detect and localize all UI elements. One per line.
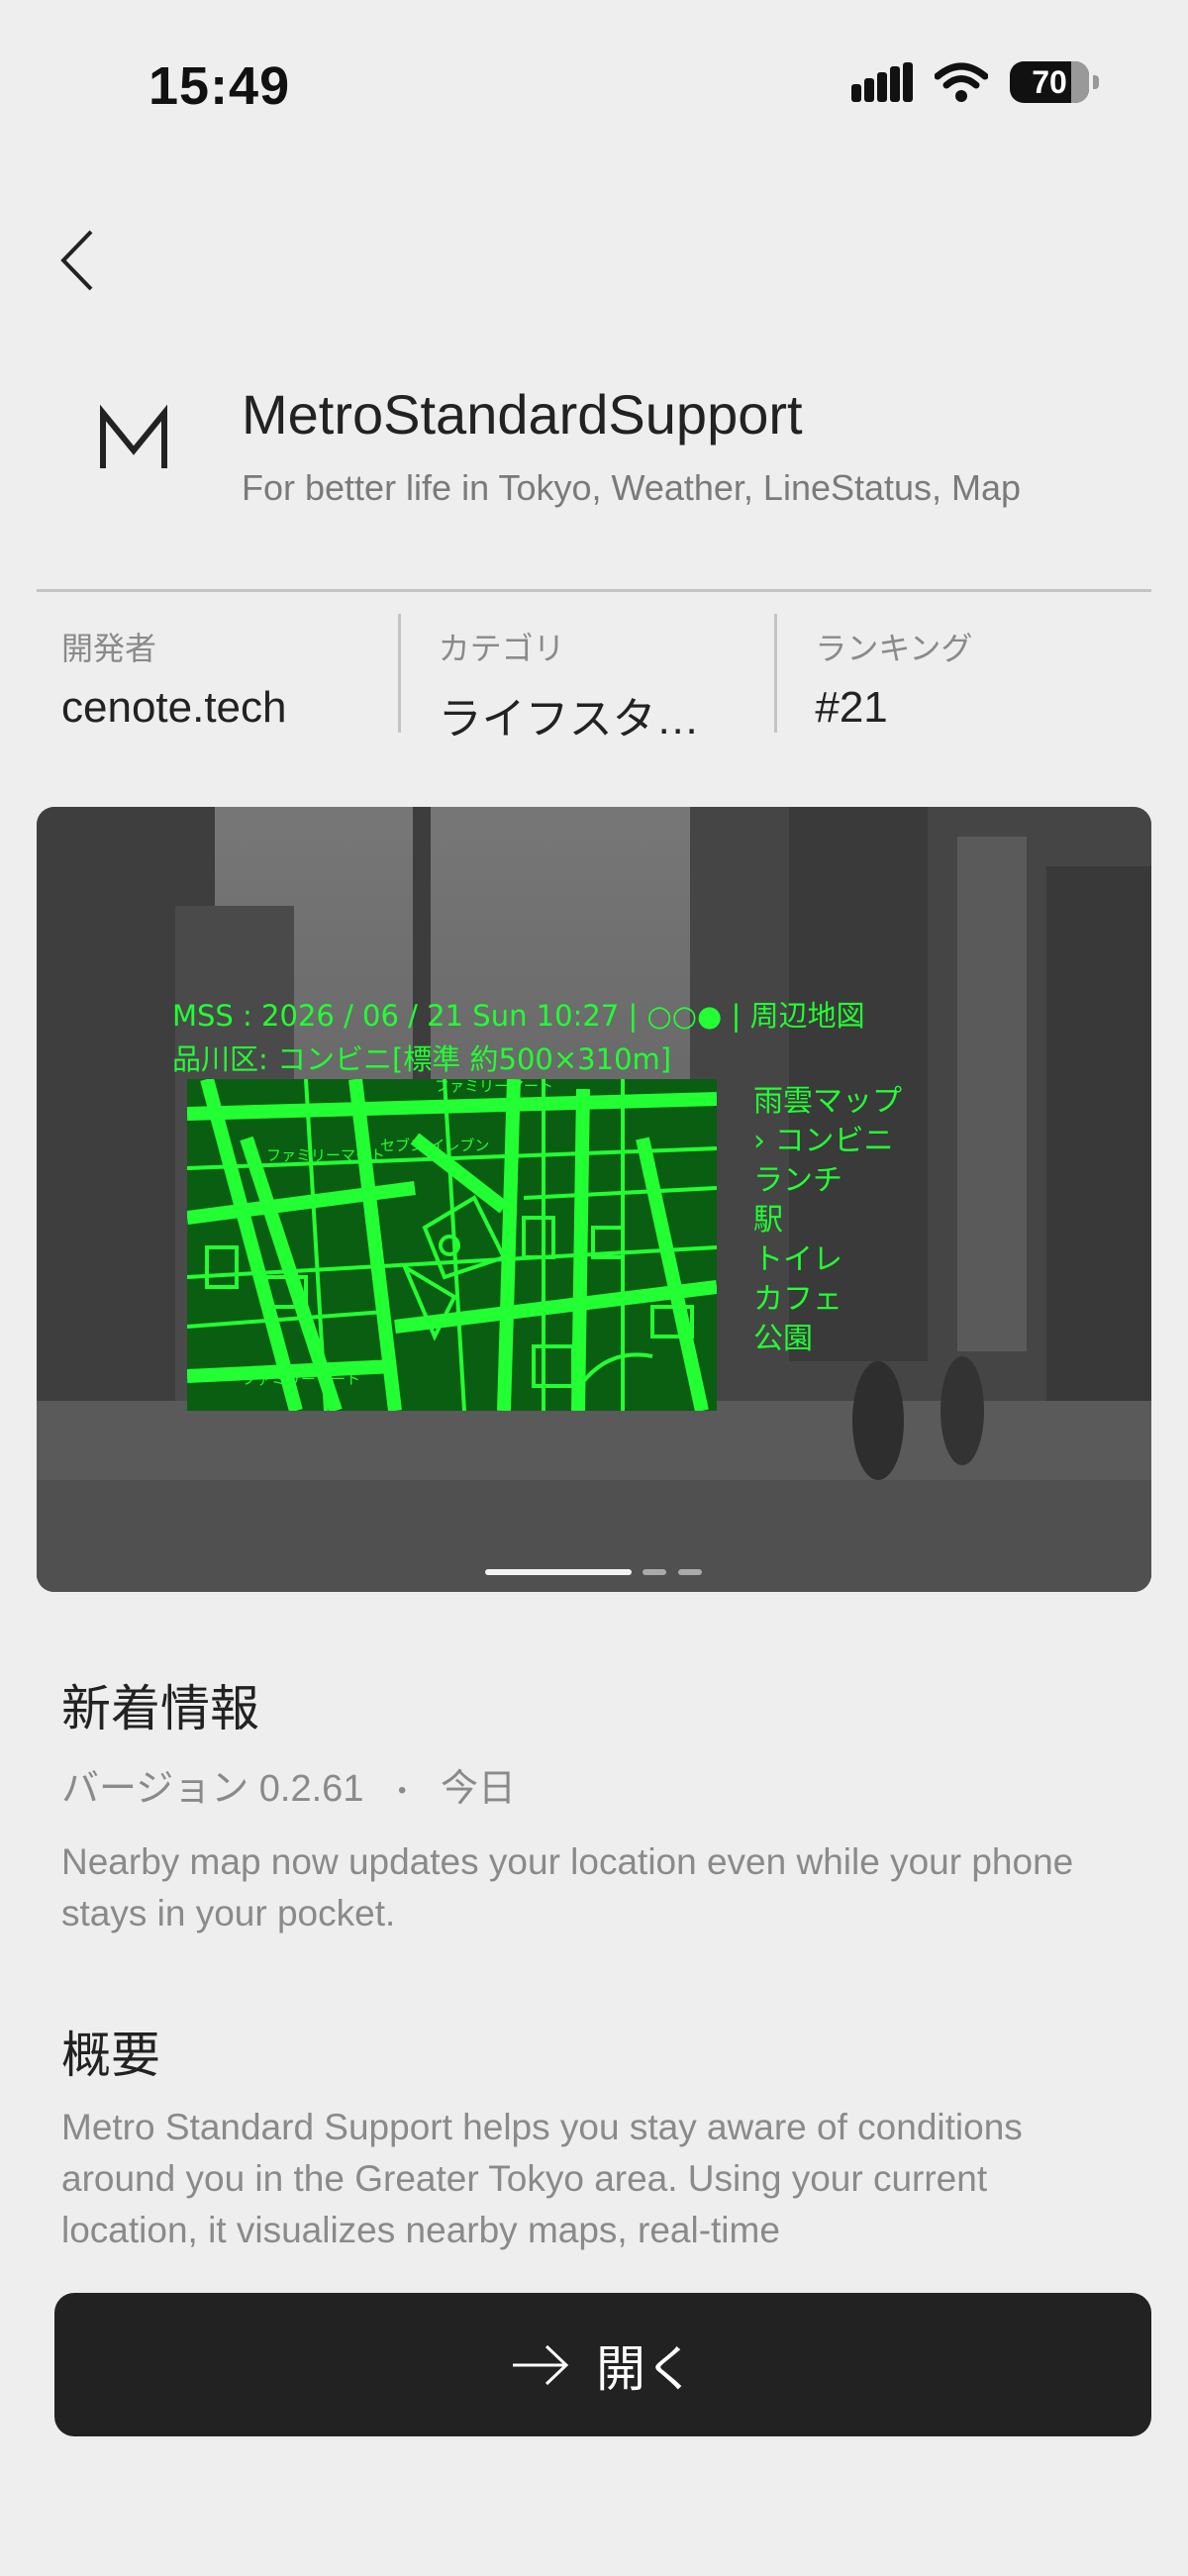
status-time: 15:49 [148,56,291,116]
map-poi-label: ファミリーマート [266,1146,385,1164]
screenshot-carousel[interactable]: MSS : 2026 / 06 / 21 Sun 10:27 | ○○● | 周… [37,807,1151,1592]
chevron-left-icon [60,230,93,291]
hud-menu-item: 公園 [753,1322,813,1356]
info-developer[interactable]: 開発者 cenote.tech [37,614,398,733]
carousel-pager [37,1569,1151,1577]
hud-menu-item: › コンビニ [753,1124,894,1158]
release-notes: Nearby map now updates your location eve… [61,1841,1074,1933]
map-poi-label: セブン-イレブン [380,1137,489,1154]
pager-dot[interactable] [643,1569,666,1575]
wifi-icon [935,62,988,102]
hud-menu-item: トイレ [753,1242,842,1277]
version-separator: • [398,1776,407,1804]
open-button-label: 開く [596,2340,695,2397]
map-poi-label: ファミリーマート [242,1370,360,1388]
hud-menu-item: カフェ [753,1282,842,1317]
info-value: cenote.tech [61,683,287,732]
divider [37,589,1151,592]
info-category[interactable]: カテゴリ ライフスタ… [397,614,775,743]
hud-header-line1: MSS : 2026 / 06 / 21 Sun 10:27 | ○○● | 周… [172,999,865,1033]
version-line: バージョン 0.2.61 • 今日 [61,1757,516,1812]
app-title: MetroStandardSupport [242,383,803,446]
app-subtitle: For better life in Tokyo, Weather, LineS… [242,467,1022,508]
info-label: カテゴリ [438,631,565,666]
overview-title: 概要 [61,2028,160,2083]
status-bar: 15:49 70 [0,0,1188,178]
app-info-row: 開発者 cenote.tech カテゴリ ライフスタ… ランキング #21 [37,614,1151,743]
open-button[interactable]: 開く [54,2293,1151,2436]
map-poi-label: ファミリーマート [435,1079,553,1095]
app-logo-icon [100,404,167,468]
hud-menu: 雨雲マップ › コンビニ ランチ 駅 トイレ カフェ 公園 [753,1082,902,1359]
status-icons: 70 [851,61,1099,103]
info-value: ライフスタ… [438,695,700,743]
overview-text: Metro Standard Support helps you stay aw… [61,2107,1023,2250]
info-value: #21 [815,683,888,732]
battery-level: 70 [1032,63,1067,100]
pager-dot-active[interactable] [485,1569,632,1575]
battery-icon: 70 [1010,61,1099,103]
pager-dot[interactable] [678,1569,702,1575]
hud-menu-item: 雨雲マップ [753,1084,902,1119]
arrow-right-icon [513,2344,569,2385]
back-button[interactable] [48,226,107,295]
hud-menu-item: ランチ [753,1163,842,1198]
info-label: 開発者 [61,631,157,666]
info-ranking[interactable]: ランキング #21 [774,614,1151,733]
hud-menu-item: 駅 [753,1203,783,1238]
version-label: バージョン 0.2.61 [61,1768,364,1810]
signal-icon [851,62,913,102]
whats-new-title: 新着情報 [61,1681,259,1736]
hud-header-line2: 品川区: コンビニ[標準 約500×310m] [172,1042,672,1076]
info-label: ランキング [815,631,973,666]
version-date: 今日 [440,1768,516,1810]
hud-map: ファミリーマート ファミリーマート セブン-イレブン ファミリーマート [187,1079,717,1411]
